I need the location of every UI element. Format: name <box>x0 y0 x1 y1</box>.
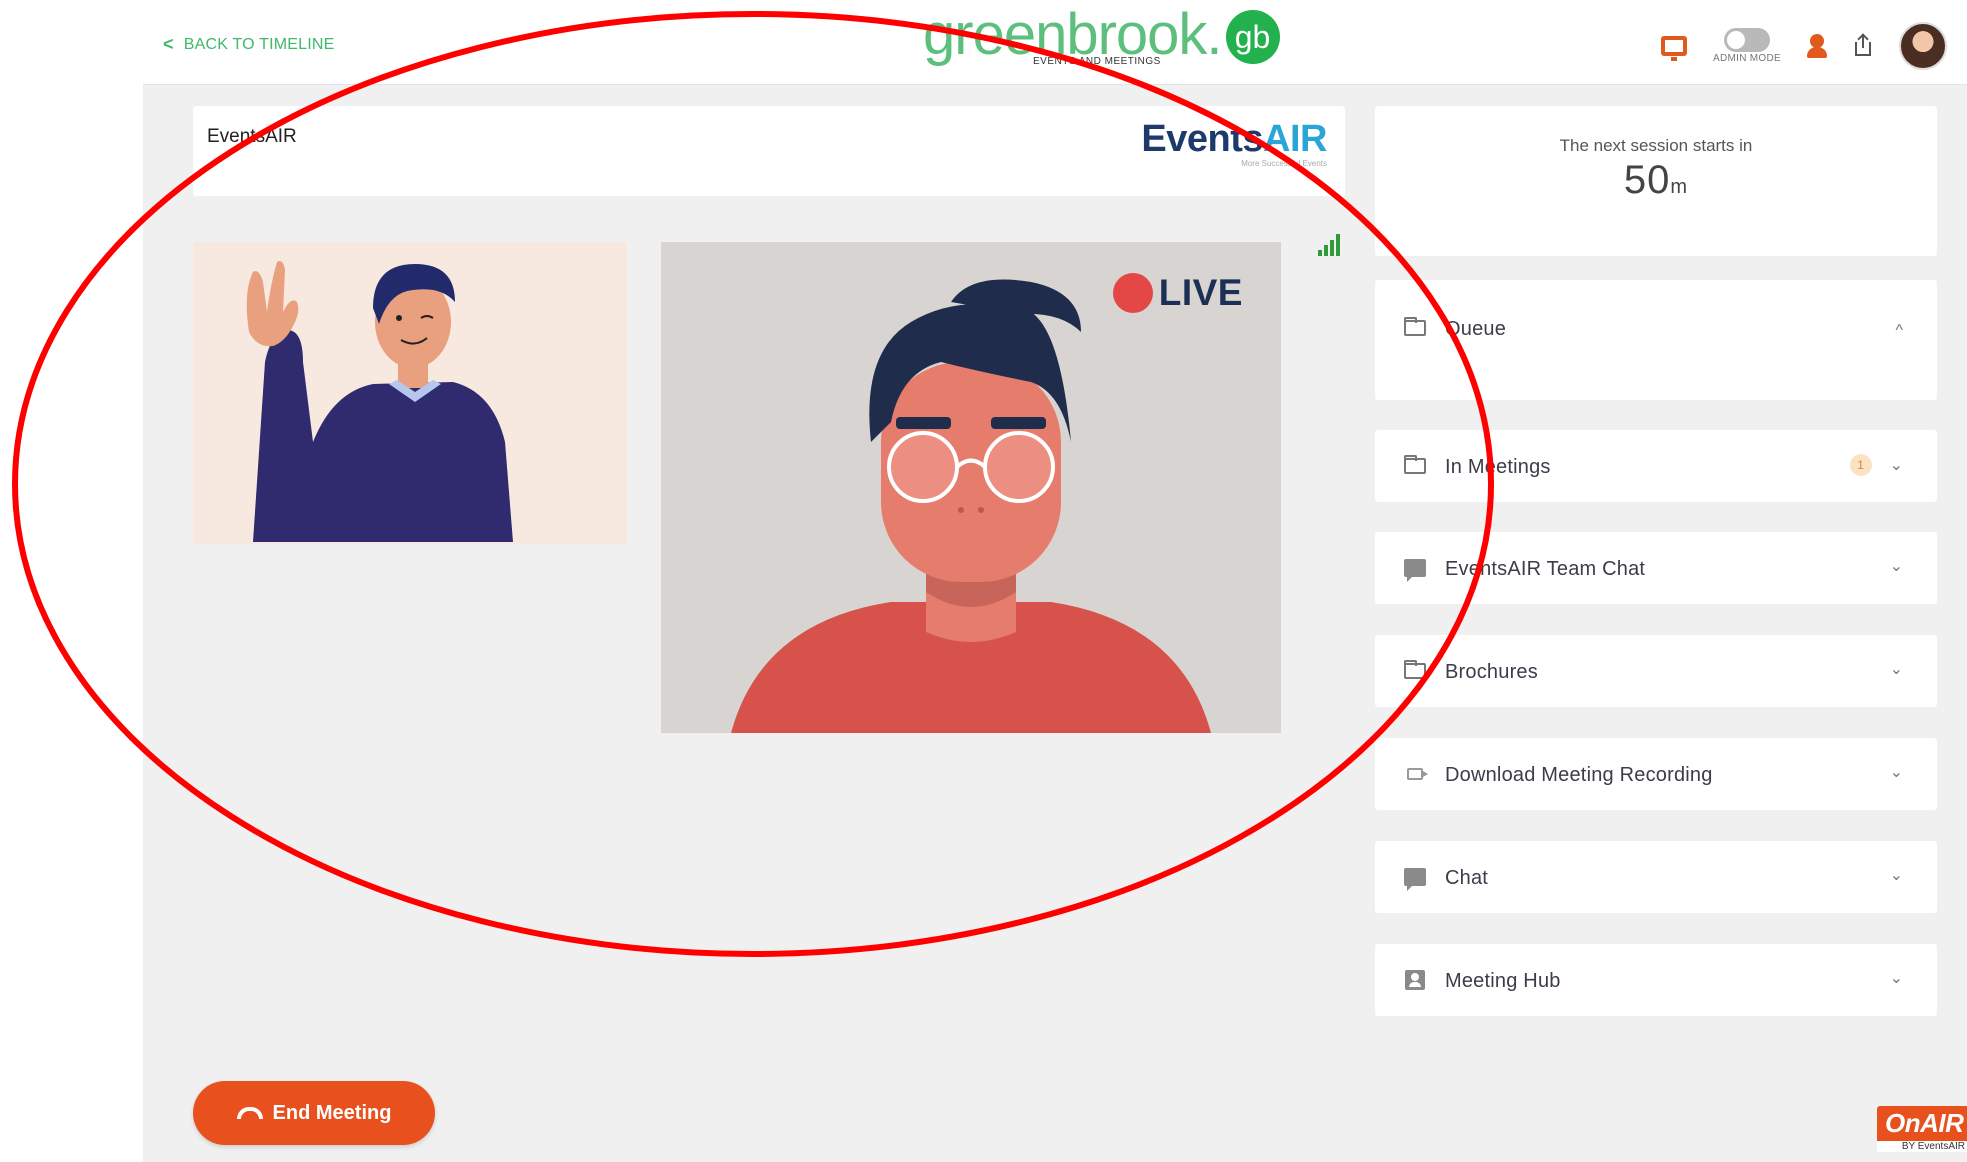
countdown-unit: m <box>1670 176 1689 198</box>
panel-meeting-hub[interactable]: Meeting Hub ⌄ <box>1375 944 1937 1016</box>
event-name: EventsAIR <box>207 126 297 147</box>
panel-queue[interactable]: Queue ^ <box>1375 280 1937 400</box>
panel-download-recording[interactable]: Download Meeting Recording ⌄ <box>1375 738 1937 810</box>
top-bar: < BACK TO TIMELINE greenbrook. EVENTS AN… <box>143 0 1967 85</box>
chevron-down-icon[interactable]: ⌄ <box>1890 659 1903 679</box>
monitor-icon[interactable] <box>1661 36 1687 61</box>
logo-air-text: AIR <box>1263 118 1327 160</box>
panel-label: Download Meeting Recording <box>1445 764 1713 786</box>
app-window: < BACK TO TIMELINE greenbrook. EVENTS AN… <box>143 0 1967 1162</box>
count-badge: 1 <box>1849 454 1872 476</box>
chevron-left-icon: < <box>163 34 174 54</box>
signal-bars-icon <box>1318 234 1340 256</box>
countdown-value: 50 <box>1623 158 1671 202</box>
avatar[interactable] <box>1899 22 1947 70</box>
chevron-down-icon[interactable]: ⌄ <box>1890 556 1903 576</box>
back-link-label: BACK TO TIMELINE <box>183 35 335 53</box>
chevron-down-icon[interactable]: ⌄ <box>1890 762 1903 782</box>
panel-label: Queue <box>1445 318 1507 340</box>
event-header-card: EventsAIR EventsAIR More Successful Even… <box>193 106 1345 196</box>
admin-mode-label: ADMIN MODE <box>1713 53 1781 64</box>
panel-label: EventsAIR Team Chat <box>1445 558 1646 580</box>
user-icon[interactable] <box>1807 34 1827 58</box>
greenbrook-logo: greenbrook. EVENTS AND MEETINGS gb <box>923 4 1280 76</box>
end-meeting-label: End Meeting <box>272 1101 392 1124</box>
logo-subtitle: EVENTS AND MEETINGS <box>1033 56 1161 67</box>
live-dot-icon <box>1112 273 1153 313</box>
top-right-controls: ADMIN MODE <box>1661 22 1947 70</box>
folder-icon <box>1403 455 1427 476</box>
end-meeting-button[interactable]: End Meeting <box>193 1081 435 1145</box>
logo-badge: gb <box>1225 10 1280 64</box>
next-session-label: The next session starts in <box>1559 136 1753 155</box>
panel-label: Chat <box>1445 867 1489 889</box>
panel-brochures[interactable]: Brochures ⌄ <box>1375 635 1937 707</box>
video-icon <box>1403 764 1428 784</box>
back-to-timeline-link[interactable]: < BACK TO TIMELINE <box>163 34 335 55</box>
chevron-down-icon[interactable]: ⌄ <box>1890 968 1903 988</box>
onair-sub: BY EventsAIR <box>1877 1141 1967 1152</box>
eventsair-logo: EventsAIR More Successful Events <box>1141 118 1327 168</box>
participant-video-tile[interactable] <box>193 242 627 544</box>
panel-in-meetings[interactable]: In Meetings 1 ⌄ <box>1375 430 1937 502</box>
speaker-video-tile[interactable]: LIVE <box>661 242 1281 733</box>
next-session-card: The next session starts in 50m <box>1375 106 1937 256</box>
logo-events-text: Events <box>1141 118 1264 160</box>
panel-label: In Meetings <box>1445 456 1551 478</box>
phone-hangup-icon <box>236 1107 263 1119</box>
admin-mode-toggle[interactable]: ADMIN MODE <box>1713 28 1781 64</box>
panel-team-chat[interactable]: EventsAIR Team Chat ⌄ <box>1375 532 1937 604</box>
hub-icon <box>1403 970 1427 990</box>
panel-chat[interactable]: Chat ⌄ <box>1375 841 1937 913</box>
toggle-switch[interactable] <box>1724 28 1770 52</box>
folder-icon <box>1403 660 1427 681</box>
live-label: LIVE <box>1158 272 1243 313</box>
panel-label: Meeting Hub <box>1445 970 1561 992</box>
chat-icon <box>1403 867 1427 891</box>
onair-logo: OnAIR BY EventsAIR <box>1877 1106 1967 1162</box>
onair-wordmark: OnAIR <box>1877 1106 1967 1141</box>
panel-label: Brochures <box>1445 661 1538 683</box>
waving-man-illustration <box>246 261 513 542</box>
speaker-illustration <box>731 279 1211 733</box>
live-badge: LIVE <box>1112 272 1243 314</box>
chevron-down-icon[interactable]: ⌄ <box>1890 865 1903 885</box>
next-session-countdown: 50m <box>1375 158 1937 203</box>
folder-icon <box>1403 317 1427 338</box>
chevron-down-icon[interactable]: ⌄ <box>1890 455 1903 475</box>
chevron-up-icon[interactable]: ^ <box>1895 322 1903 340</box>
share-icon[interactable] <box>1853 33 1873 58</box>
chat-icon <box>1403 558 1427 582</box>
